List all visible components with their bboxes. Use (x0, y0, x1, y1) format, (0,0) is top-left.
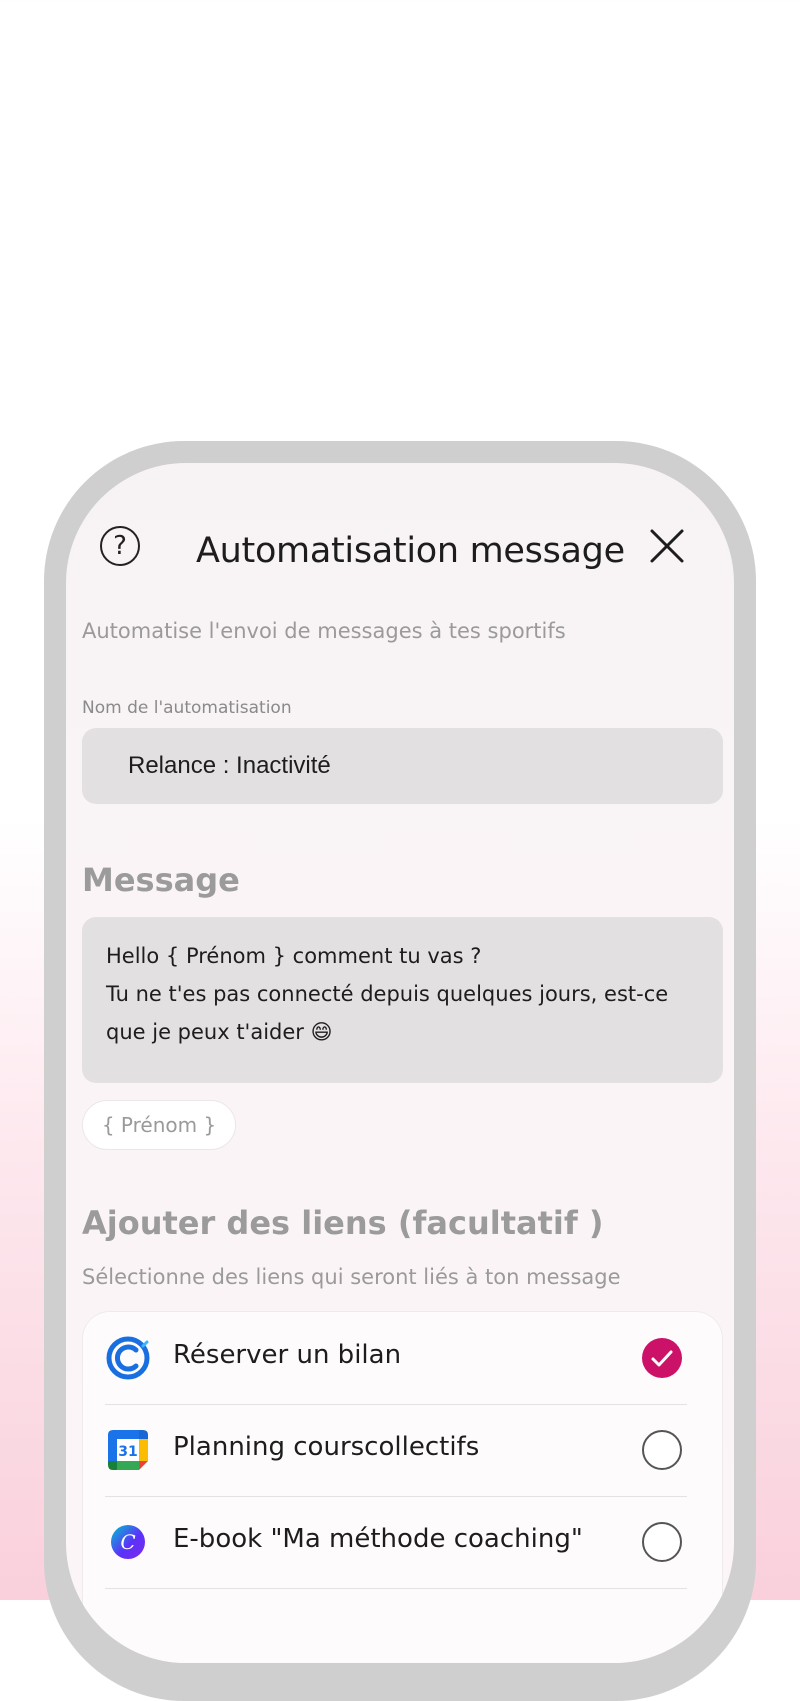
link-item-label: E-book "Ma méthode coaching" (173, 1524, 583, 1554)
check-icon (651, 1350, 673, 1367)
app-screen: ? Automatisation message Automatise l'en… (66, 463, 734, 1663)
automation-name-value: Relance : Inactivité (128, 752, 331, 779)
links-list: Réserver un bilan 31 Planning courscolle… (82, 1311, 723, 1663)
calendly-icon (106, 1336, 150, 1380)
close-icon[interactable] (646, 525, 688, 567)
link-item-reserver-bilan[interactable]: Réserver un bilan (105, 1312, 687, 1405)
prenom-variable-chip[interactable]: { Prénom } (82, 1100, 236, 1150)
page-subtitle: Automatise l'envoi de messages à tes spo… (82, 619, 566, 643)
link-checkbox-checked[interactable] (642, 1338, 682, 1378)
svg-text:C: C (120, 1530, 135, 1554)
link-item-planning[interactable]: 31 Planning courscollectifs (105, 1404, 687, 1497)
message-textarea[interactable]: Hello { Prénom } comment tu vas ? Tu ne … (82, 917, 723, 1083)
link-item-label: Réserver un bilan (173, 1340, 402, 1370)
link-item-ebook[interactable]: C E-book "Ma méthode coaching" (105, 1496, 687, 1589)
automation-name-label: Nom de l'automatisation (82, 698, 292, 718)
links-description: Sélectionne des liens qui seront liés à … (82, 1265, 621, 1289)
message-heading: Message (82, 861, 240, 899)
links-heading: Ajouter des liens (facultatif ) (82, 1204, 604, 1242)
automation-name-input[interactable]: Relance : Inactivité (82, 728, 723, 804)
canva-icon: C (111, 1525, 145, 1559)
page-title: Automatisation message (196, 531, 625, 571)
svg-text:31: 31 (118, 1444, 137, 1460)
link-checkbox[interactable] (642, 1522, 682, 1562)
link-checkbox[interactable] (642, 1430, 682, 1470)
google-calendar-icon: 31 (108, 1430, 148, 1470)
link-item-label: Planning courscollectifs (173, 1432, 480, 1462)
help-circle-icon[interactable]: ? (100, 526, 140, 566)
